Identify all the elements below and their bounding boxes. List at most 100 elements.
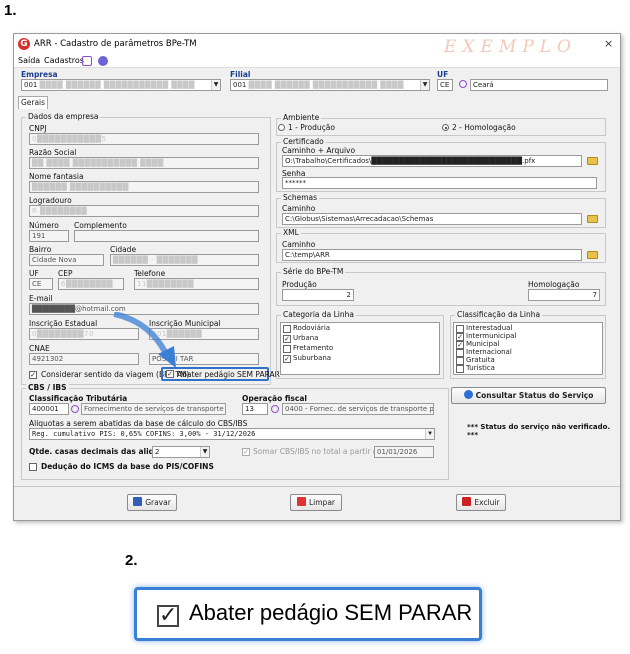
categoria-urbana-checkbox[interactable]: ✓ bbox=[283, 335, 291, 343]
parameters-window: G ARR - Cadastro de parâmetros BPe-TM EX… bbox=[13, 33, 621, 521]
complemento-field[interactable] bbox=[74, 230, 259, 242]
fantasia-label: Nome fantasia bbox=[29, 172, 84, 181]
list-item: Interestadual bbox=[466, 324, 513, 332]
categoria-fretamento-checkbox[interactable] bbox=[283, 345, 291, 353]
list-item: Internacional bbox=[466, 348, 512, 356]
somar-cbs-label: Somar CBS/IBS no total a partir de: bbox=[253, 447, 385, 456]
logradouro-label: Logradouro bbox=[29, 196, 72, 205]
folder-open-icon[interactable] bbox=[587, 251, 598, 259]
cbs-ibs-title: CBS / IBS bbox=[26, 383, 69, 392]
complemento-label: Complemento bbox=[74, 221, 127, 230]
xml-caminho-input[interactable]: C:\temp\ARR bbox=[282, 249, 582, 261]
list-item: Municipal bbox=[466, 340, 500, 348]
search-icon[interactable] bbox=[71, 405, 79, 413]
considerar-sentido-checkbox[interactable]: ✓ bbox=[29, 371, 37, 379]
empresa-select[interactable]: 001 ████ ██████ ███████████ ████ ▼ bbox=[21, 79, 221, 91]
schemas-caminho-label: Caminho bbox=[282, 204, 316, 213]
list-item: Gratuita bbox=[466, 356, 495, 364]
menu-cadastros[interactable]: Cadastros bbox=[44, 56, 84, 65]
razao-field[interactable]: ██ ████ ███████████ ████ bbox=[29, 157, 259, 169]
monitor-icon[interactable] bbox=[82, 56, 92, 66]
class-internacional-checkbox[interactable] bbox=[456, 349, 464, 357]
menu-saida[interactable]: Saída bbox=[18, 56, 40, 65]
schemas-caminho-input[interactable]: C:\Globus\Sistemas\Arrecadacao\Schemas bbox=[282, 213, 582, 225]
consultar-status-button[interactable]: Consultar Status do Serviço bbox=[451, 387, 606, 404]
classificacao-list[interactable]: Interestadual ✓ Intermunicipal ✓ Municip… bbox=[453, 322, 603, 375]
numero-label: Número bbox=[29, 221, 59, 230]
categoria-suburbana-checkbox[interactable]: ✓ bbox=[283, 355, 291, 363]
categoria-list[interactable]: Rodoviária ✓ Urbana Fretamento ✓ Suburba… bbox=[280, 322, 440, 375]
telefone-field[interactable]: 11████████ bbox=[134, 278, 259, 290]
serie-title: Série do BPe-TM bbox=[281, 267, 346, 276]
somar-cbs-checkbox[interactable]: ✓ bbox=[242, 448, 250, 456]
folder-open-icon[interactable] bbox=[587, 215, 598, 223]
class-interestadual-checkbox[interactable] bbox=[456, 325, 464, 333]
folder-open-icon[interactable] bbox=[587, 157, 598, 165]
bairro-label: Bairro bbox=[29, 245, 52, 254]
filial-select[interactable]: 001 ████ ██████ ███████████ ████ ▼ bbox=[230, 79, 430, 91]
uf-name-field: Ceará bbox=[470, 79, 608, 91]
cep-label: CEP bbox=[58, 269, 73, 278]
cep-field[interactable]: 6████████ bbox=[58, 278, 124, 290]
senha-input[interactable]: ****** bbox=[282, 177, 597, 189]
aliquotas-select[interactable]: Reg. cumulativo PIS: 0,65% COFINS: 3,00%… bbox=[29, 428, 435, 440]
class-tributaria-label: Classificação Tributária bbox=[29, 394, 128, 403]
fantasia-field[interactable]: ██████ ██████████ bbox=[29, 181, 259, 193]
class-turistica-checkbox[interactable] bbox=[456, 365, 464, 373]
bairro-field[interactable]: Cidade Nova bbox=[29, 254, 104, 266]
numero-field[interactable]: 191 bbox=[29, 230, 69, 242]
cidade-field[interactable]: ██████ - ███████ bbox=[110, 254, 259, 266]
operacao-fiscal-desc: 0400 - Fornec. de serviços de transporte… bbox=[282, 403, 434, 415]
categoria-rodoviaria-checkbox[interactable] bbox=[283, 325, 291, 333]
filial-label: Filial bbox=[230, 70, 251, 79]
trash-icon bbox=[462, 497, 472, 506]
uf-code-input[interactable]: CE bbox=[437, 79, 453, 91]
certificado-caminho-input[interactable]: O:\Trabalho\Certificados\███████████████… bbox=[282, 155, 582, 167]
list-item: Intermunicipal bbox=[466, 332, 517, 340]
close-icon[interactable]: × bbox=[604, 37, 613, 50]
logradouro-field[interactable]: R ████████ bbox=[29, 205, 259, 217]
list-item: Turística bbox=[466, 364, 495, 372]
abater-pedagio-label: Abater pedágio SEM PARAR bbox=[177, 370, 280, 379]
status-note: *** Status do serviço não verificado. **… bbox=[467, 423, 611, 439]
abater-pedagio-zoom-label: Abater pedágio SEM PARAR bbox=[189, 600, 473, 625]
radio-homologacao[interactable] bbox=[442, 124, 449, 131]
operacao-fiscal-label: Operação fiscal bbox=[242, 394, 307, 403]
radio-producao[interactable] bbox=[278, 124, 285, 131]
deducao-icms-checkbox[interactable] bbox=[29, 463, 37, 471]
chevron-down-icon: ▼ bbox=[420, 80, 429, 90]
aliquotas-label: Aliquotas a serem abatidas da base de cá… bbox=[29, 419, 248, 428]
list-item: Rodoviária bbox=[293, 324, 331, 332]
class-gratuita-checkbox[interactable] bbox=[456, 357, 464, 365]
uf-company-field[interactable]: CE bbox=[29, 278, 53, 290]
somar-cbs-date[interactable]: 01/01/2026 bbox=[374, 446, 434, 458]
window-title: ARR - Cadastro de parâmetros BPe-TM bbox=[34, 39, 197, 49]
telefone-label: Telefone bbox=[134, 269, 166, 278]
excluir-button[interactable]: Excluir bbox=[456, 494, 506, 511]
pointer-arrow bbox=[113, 312, 176, 368]
classificacao-title: Classificação da Linha bbox=[455, 310, 543, 319]
ia-assistant-icon[interactable] bbox=[98, 56, 108, 66]
search-icon[interactable] bbox=[459, 80, 467, 88]
title-bar: G ARR - Cadastro de parâmetros BPe-TM EX… bbox=[14, 34, 620, 57]
serie-homologacao-input[interactable]: 7 bbox=[528, 289, 600, 301]
limpar-button[interactable]: Limpar bbox=[290, 494, 342, 511]
search-icon[interactable] bbox=[271, 405, 279, 413]
gravar-button[interactable]: Gravar bbox=[127, 494, 177, 511]
class-municipal-checkbox[interactable]: ✓ bbox=[456, 341, 464, 349]
class-intermunicipal-checkbox[interactable]: ✓ bbox=[456, 333, 464, 341]
serie-producao-label: Produção bbox=[282, 280, 317, 289]
razao-label: Razão Social bbox=[29, 148, 77, 157]
tab-gerais[interactable]: Gerais bbox=[18, 96, 48, 109]
deducao-icms-label: Dedução do ICMS da base do PIS/COFINS bbox=[41, 462, 214, 471]
schemas-title: Schemas bbox=[281, 193, 320, 202]
serie-producao-input[interactable]: 2 bbox=[282, 289, 354, 301]
abater-pedagio-zoom-checkbox[interactable]: ✓ bbox=[157, 605, 179, 627]
casas-decimais-select[interactable]: 2 ▼ bbox=[152, 446, 210, 458]
class-tributaria-code[interactable]: 400001 bbox=[29, 403, 69, 415]
uf-company-label: UF bbox=[29, 269, 39, 278]
operacao-fiscal-code[interactable]: 13 bbox=[242, 403, 268, 415]
chevron-down-icon: ▼ bbox=[211, 80, 220, 90]
certificado-title: Certificado bbox=[281, 137, 326, 146]
cnpj-field[interactable]: 0███████████5 bbox=[29, 133, 259, 145]
